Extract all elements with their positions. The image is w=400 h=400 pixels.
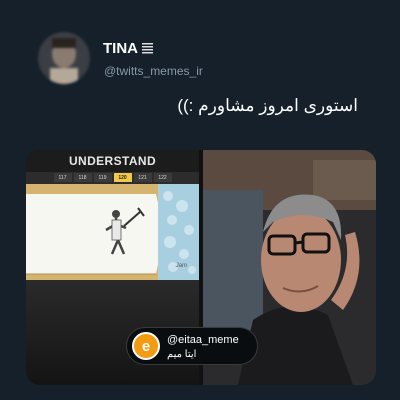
level-cell: 120 [113, 173, 132, 182]
level-cell: 121 [133, 173, 152, 182]
tweet-text: استوری امروز مشاورم :)) [177, 96, 358, 115]
flag-icon [142, 42, 153, 55]
level-cell: 117 [53, 173, 72, 182]
artist-credit: Jam [175, 263, 187, 269]
watermark-handle: @eitaa_meme [167, 334, 239, 346]
game-title: UNDERSTAND [68, 154, 157, 168]
profile-avatar[interactable] [38, 32, 90, 84]
display-name[interactable]: TINA [103, 40, 138, 57]
level-cell: 122 [153, 173, 172, 182]
level-selector-bar: 117 118 119 120 121 122 [26, 172, 199, 184]
eitaa-meme-watermark: e @eitaa_meme ایتا میم [126, 327, 258, 365]
user-handle[interactable]: @twitts_memes_ir [104, 64, 203, 78]
watermark-name: ایتا میم [167, 349, 197, 360]
eitaa-logo-icon: e [132, 332, 160, 360]
game-scene-image [26, 184, 199, 280]
display-name-row[interactable]: TINA [103, 40, 153, 57]
level-cell: 119 [93, 173, 112, 182]
level-cell: 118 [73, 173, 92, 182]
